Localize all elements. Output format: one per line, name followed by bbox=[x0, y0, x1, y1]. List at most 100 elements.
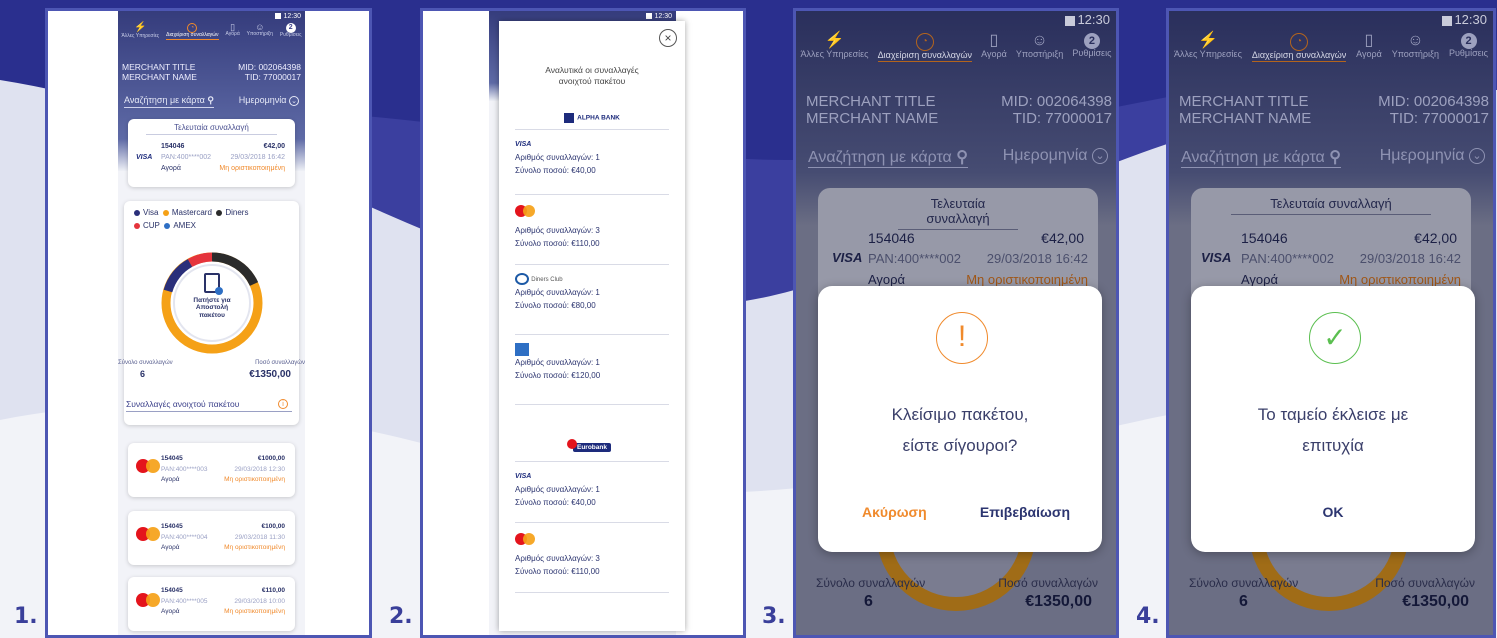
card-brand-legend: Visa Mastercard Diners CUP AMEX bbox=[134, 207, 248, 233]
step-number-1: 1. bbox=[14, 604, 38, 629]
summary-block-mastercard-2: Αριθμός συναλλαγών: 3 Σύνολο ποσού: €110… bbox=[515, 523, 669, 593]
nav-item-support[interactable]: ☺ Υποστήριξη bbox=[247, 22, 273, 40]
send-package-button[interactable]: Πατήστε για Αποστολή πακέτου bbox=[186, 273, 238, 319]
transaction-item[interactable]: 154045 €100,00 PAN:400****004 29/03/2018… bbox=[128, 511, 295, 565]
summary-block-visa: VISA Αριθμός συναλλαγών: 1 Σύνολο ποσού:… bbox=[515, 129, 669, 195]
top-nav: ⚡ Άλλες Υπηρεσίες ◔ Διαχείριση συναλλαγών … bbox=[118, 22, 305, 41]
top-nav: ⚡ Άλλες Υπηρεσίες ◔ Διαχείριση συναλλαγών … bbox=[796, 32, 1116, 63]
phone-screen-4: 12:30 ⚡ Άλλες Υπηρεσίες ◔ Διαχείριση συναλ… bbox=[1169, 11, 1493, 635]
screen-frame-2: 12:30 × Αναλυτικά οι συναλλαγές ανοιχτού… bbox=[420, 8, 746, 638]
modal-title: Αναλυτικά οι συναλλαγές ανοιχτού πακέτου bbox=[545, 65, 639, 86]
step-number-2: 2. bbox=[389, 604, 413, 629]
date-filter[interactable]: Ημερομηνία ⌄ bbox=[1003, 147, 1108, 165]
open-package-details-modal: × Αναλυτικά οι συναλλαγές ανοιχτού πακέτ… bbox=[499, 21, 685, 631]
status-bar: 12:30 bbox=[1065, 12, 1110, 27]
cancel-button[interactable]: Ακύρωση bbox=[862, 504, 927, 520]
dialog-message: Κλείσιμο πακέτου, είστε σίγουροι? bbox=[891, 405, 1029, 455]
amount-value: €1350,00 bbox=[249, 369, 291, 380]
receipt-icon bbox=[204, 273, 223, 295]
services-icon: ⚡ bbox=[824, 32, 845, 49]
nav-item-settings[interactable]: 2 Ρυθμίσεις bbox=[280, 23, 302, 40]
date-filter[interactable]: Ημερομηνία ⌄ bbox=[239, 95, 299, 106]
nav-item-purchase[interactable]: ▯ Αγορά bbox=[981, 32, 1007, 62]
info-icon: i bbox=[278, 399, 288, 409]
screen-frame-4: 12:30 ⚡ Άλλες Υπηρεσίες ◔ Διαχείριση συναλ… bbox=[1166, 8, 1496, 638]
last-transaction-card[interactable]: Τελευταία συναλλαγή VISA 154046 €42,00 P… bbox=[128, 119, 295, 187]
mastercard-logo bbox=[515, 533, 535, 545]
status-bar: 12:30 bbox=[646, 13, 672, 20]
summary-block-visa-2: VISA Αριθμός συναλλαγών: 1 Σύνολο ποσού:… bbox=[515, 461, 669, 523]
chevron-down-icon: ⌄ bbox=[1092, 147, 1108, 164]
eurobank-logo: Eurobank bbox=[499, 439, 685, 452]
open-package-transactions-link[interactable]: Συναλλαγές ανοιχτού πακέτου i bbox=[126, 399, 292, 412]
merchant-info: MERCHANT TITLE MERCHANT NAME bbox=[1179, 93, 1312, 128]
package-closed-success-dialog: ✓ Το ταμείο έκλεισε με επιτυχία OK bbox=[1191, 286, 1475, 552]
card-reader-icon: ▯ bbox=[1364, 32, 1374, 49]
nav-item-transactions[interactable]: ◔ Διαχείριση συναλλαγών bbox=[1251, 33, 1347, 63]
top-nav: ⚡ Άλλες Υπηρεσίες ◔ Διαχείριση συναλλαγών … bbox=[1169, 32, 1493, 63]
legend-amex: AMEX bbox=[164, 221, 196, 230]
signal-icon bbox=[275, 13, 282, 20]
merchant-info: MERCHANT TITLE MERCHANT NAME bbox=[806, 93, 939, 128]
clock-icon: ◔ bbox=[915, 33, 934, 51]
phone-screen-3: 12:30 ⚡ Άλλες Υπηρεσίες ◔ Διαχείριση συναλ… bbox=[796, 11, 1116, 635]
close-icon[interactable]: × bbox=[659, 29, 677, 47]
close-package-dialog: ! Κλείσιμο πακέτου, είστε σίγουροι? Ακύρω… bbox=[818, 286, 1102, 552]
signal-icon bbox=[1065, 15, 1076, 26]
screen-frame-3: 12:30 ⚡ Άλλες Υπηρεσίες ◔ Διαχείριση συναλ… bbox=[793, 8, 1119, 638]
terminal-ids: MID: 002064398 TID: 77000017 bbox=[1001, 93, 1112, 128]
status-bar: 12:30 bbox=[275, 13, 301, 20]
checkmark-icon: ✓ bbox=[1309, 312, 1361, 364]
count-value: 6 bbox=[140, 369, 146, 379]
nav-item-other-services[interactable]: ⚡ Άλλες Υπηρεσίες bbox=[801, 32, 869, 62]
ok-button[interactable]: OK bbox=[1191, 504, 1475, 520]
last-transaction-title: Τελευταία συναλλαγή bbox=[146, 123, 277, 135]
count-label: Σύνολο συναλλαγών bbox=[118, 360, 173, 366]
search-by-card[interactable]: Αναζήτηση με κάρτα ⚲ bbox=[1181, 147, 1341, 168]
nav-item-purchase[interactable]: ▯ Αγορά bbox=[225, 22, 239, 40]
terminal-ids: MID: 002064398 TID: 77000017 bbox=[1378, 93, 1489, 128]
amount-label: Ποσό συναλλαγών bbox=[255, 360, 305, 366]
transaction-item[interactable]: 154045 €110,00 PAN:400****005 29/03/2018… bbox=[128, 577, 295, 631]
nav-item-purchase[interactable]: ▯ Αγορά bbox=[1356, 32, 1382, 62]
transaction-item[interactable]: 154045 €1000,00 PAN:400****003 29/03/201… bbox=[128, 443, 295, 497]
search-by-card[interactable]: Αναζήτηση με κάρτα ⚲ bbox=[808, 147, 968, 168]
summary-block-diners: Diners Club Αριθμός συναλλαγών: 1 Σύνολο… bbox=[515, 265, 669, 335]
legend-diners: Diners bbox=[216, 208, 248, 217]
nav-item-other-services[interactable]: ⚡ Άλλες Υπηρεσίες bbox=[121, 22, 159, 40]
clock-icon: ◔ bbox=[1290, 33, 1309, 51]
summary-block-amex: Αριθμός συναλλαγών: 1 Σύνολο ποσού: €120… bbox=[515, 335, 669, 405]
terminal-ids: MID: 002064398 TID: 77000017 bbox=[238, 62, 301, 82]
step-number-4: 4. bbox=[1136, 604, 1160, 629]
nav-item-transactions[interactable]: ◔ Διαχείριση συναλλαγών bbox=[166, 23, 219, 41]
search-icon: ⚲ bbox=[1329, 149, 1341, 166]
search-by-card[interactable]: Αναζήτηση με κάρτα ⚲ bbox=[124, 95, 214, 108]
summary-block-mastercard: Αριθμός συναλλαγών: 3 Σύνολο ποσού: €110… bbox=[515, 195, 669, 265]
chevron-down-icon: ⌄ bbox=[1469, 147, 1485, 164]
mastercard-logo bbox=[515, 205, 535, 217]
phone-screen-1: 12:30 ⚡ Άλλες Υπηρεσίες ◔ Διαχείριση συναλ… bbox=[118, 11, 305, 635]
nav-item-support[interactable]: ☺ Υποστήριξη bbox=[1016, 32, 1063, 62]
screen-frame-1: 12:30 ⚡ Άλλες Υπηρεσίες ◔ Διαχείριση συναλ… bbox=[45, 8, 372, 638]
legend-cup: CUP bbox=[134, 221, 160, 230]
chevron-down-icon: ⌄ bbox=[289, 95, 299, 106]
legend-visa: Visa bbox=[134, 208, 158, 217]
support-icon: ☺ bbox=[1407, 32, 1424, 49]
visa-logo: VISA bbox=[832, 250, 863, 265]
visa-logo: VISA bbox=[515, 473, 532, 480]
date-filter[interactable]: Ημερομηνία ⌄ bbox=[1380, 147, 1485, 165]
nav-item-other-services[interactable]: ⚡ Άλλες Υπηρεσίες bbox=[1174, 32, 1242, 62]
nav-item-support[interactable]: ☺ Υποστήριξη bbox=[1392, 32, 1439, 62]
alpha-bank-logo: ALPHA BANK bbox=[499, 113, 685, 123]
nav-item-settings[interactable]: 2 Ρυθμίσεις bbox=[1449, 33, 1488, 62]
legend-mastercard: Mastercard bbox=[162, 208, 212, 217]
nav-item-settings[interactable]: 2 Ρυθμίσεις bbox=[1072, 33, 1111, 62]
support-icon: ☺ bbox=[1031, 32, 1048, 49]
amex-logo bbox=[515, 343, 529, 356]
search-icon: ⚲ bbox=[956, 149, 968, 166]
merchant-info: MERCHANT TITLE MERCHANT NAME bbox=[122, 62, 197, 82]
confirm-button[interactable]: Επιβεβαίωση bbox=[980, 504, 1070, 520]
signal-icon bbox=[646, 13, 653, 20]
notification-badge: 2 bbox=[1460, 33, 1477, 49]
nav-item-transactions[interactable]: ◔ Διαχείριση συναλλαγών bbox=[877, 33, 973, 63]
